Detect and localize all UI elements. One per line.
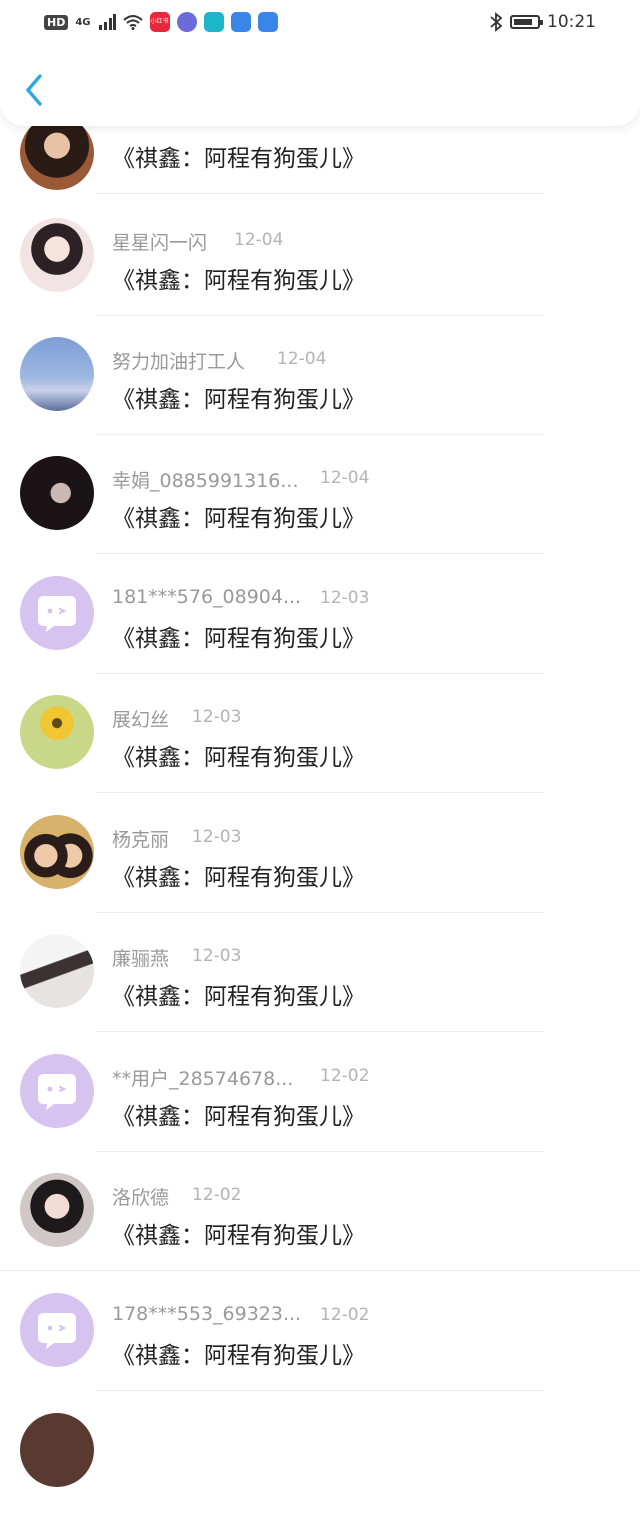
item-date: 12-04 — [277, 349, 327, 369]
reader-app-icon — [203, 12, 224, 32]
xiaohongshu-app-icon: 小红书 — [149, 12, 170, 32]
cloud2-app-icon — [257, 12, 278, 32]
item-date: 12-03 — [320, 588, 370, 608]
item-message: 《祺鑫：阿程有狗蛋儿》 — [112, 146, 365, 172]
divider — [96, 1031, 544, 1032]
item-message: 《祺鑫：阿程有狗蛋儿》 — [112, 745, 365, 771]
music-app-icon — [176, 12, 197, 32]
avatar[interactable] — [20, 576, 94, 650]
avatar[interactable] — [20, 456, 94, 530]
item-message: 《祺鑫：阿程有狗蛋儿》 — [112, 626, 365, 652]
status-left: HD 4G 小红书 — [44, 12, 278, 32]
default-avatar-icon — [38, 1074, 76, 1110]
divider — [96, 1151, 544, 1152]
user-name[interactable]: 杨克丽 — [112, 825, 169, 852]
battery-icon — [510, 15, 543, 29]
chevron-left-icon — [26, 74, 42, 106]
user-name[interactable]: 181***576_08904... — [112, 586, 301, 608]
user-name[interactable]: 178***553_69323... — [112, 1303, 301, 1325]
list-item[interactable]: 廉骊燕 12-03 《祺鑫：阿程有狗蛋儿》 — [0, 919, 640, 1037]
user-name[interactable]: 幸娟_0885991316... — [112, 466, 299, 493]
item-message: 《祺鑫：阿程有狗蛋儿》 — [112, 268, 365, 294]
avatar[interactable] — [20, 218, 94, 292]
item-message: 《祺鑫：阿程有狗蛋儿》 — [112, 1343, 365, 1369]
list-item[interactable]: 178***553_69323... 12-02 《祺鑫：阿程有狗蛋儿》 — [0, 1278, 640, 1396]
avatar[interactable] — [20, 337, 94, 411]
user-name[interactable]: 展幻丝 — [112, 705, 169, 732]
item-date: 12-02 — [320, 1066, 370, 1086]
wifi-icon — [122, 15, 143, 30]
item-message: 《祺鑫：阿程有狗蛋儿》 — [112, 865, 365, 891]
divider — [96, 315, 544, 316]
default-avatar-icon — [38, 596, 76, 632]
item-message: 《祺鑫：阿程有狗蛋儿》 — [112, 1104, 365, 1130]
item-message: 《祺鑫：阿程有狗蛋儿》 — [112, 1223, 365, 1249]
item-date: 12-02 — [320, 1305, 370, 1325]
user-name[interactable]: 廉骊燕 — [112, 944, 169, 971]
list-item[interactable]: 努力加油打工人 12-04 《祺鑫：阿程有狗蛋儿》 — [0, 322, 640, 440]
avatar[interactable] — [20, 1293, 94, 1367]
avatar[interactable] — [20, 116, 94, 190]
divider — [96, 193, 544, 194]
divider — [96, 1390, 544, 1391]
user-name[interactable]: 洛欣德 — [112, 1183, 169, 1210]
list-item[interactable]: **用户_28574678... 12-02 《祺鑫：阿程有狗蛋儿》 — [0, 1039, 640, 1157]
item-date: 12-03 — [192, 946, 242, 966]
hd-badge: HD — [44, 14, 69, 30]
avatar[interactable] — [20, 695, 94, 769]
list-item[interactable]: 幸娟_0885991316... 12-04 《祺鑫：阿程有狗蛋儿》 — [0, 441, 640, 559]
list-item[interactable]: 星星闪一闪 12-04 《祺鑫：阿程有狗蛋儿》 — [0, 203, 640, 321]
cloud-app-icon — [230, 12, 251, 32]
avatar[interactable] — [20, 1054, 94, 1128]
bluetooth-icon — [490, 12, 503, 32]
divider — [0, 1270, 640, 1271]
item-message: 《祺鑫：阿程有狗蛋儿》 — [112, 387, 365, 413]
item-date: 12-02 — [192, 1185, 242, 1205]
item-message: 《祺鑫：阿程有狗蛋儿》 — [112, 984, 365, 1010]
back-button[interactable] — [20, 70, 50, 110]
list-item[interactable]: 洛欣德 12-02 《祺鑫：阿程有狗蛋儿》 — [0, 1158, 640, 1276]
divider — [96, 553, 544, 554]
list-item[interactable] — [0, 1398, 640, 1516]
item-date: 12-03 — [192, 827, 242, 847]
list-item[interactable]: 181***576_08904... 12-03 《祺鑫：阿程有狗蛋儿》 — [0, 561, 640, 679]
item-date: 12-04 — [320, 468, 370, 488]
item-message: 《祺鑫：阿程有狗蛋儿》 — [112, 506, 365, 532]
status-right: 10:21 — [489, 12, 596, 32]
divider — [96, 792, 544, 793]
signal-icon — [98, 14, 116, 30]
avatar[interactable] — [20, 815, 94, 889]
clock: 10:21 — [547, 12, 596, 32]
user-name[interactable]: **用户_28574678... — [112, 1064, 293, 1091]
network-label: 4G — [75, 16, 91, 28]
list-item[interactable]: 展幻丝 12-03 《祺鑫：阿程有狗蛋儿》 — [0, 680, 640, 798]
list-item[interactable]: 杨克丽 12-03 《祺鑫：阿程有狗蛋儿》 — [0, 800, 640, 918]
default-avatar-icon — [38, 1313, 76, 1349]
status-bar: HD 4G 小红书 10:21 — [0, 0, 640, 44]
avatar[interactable] — [20, 934, 94, 1008]
divider — [96, 673, 544, 674]
avatar[interactable] — [20, 1413, 94, 1487]
avatar[interactable] — [20, 1173, 94, 1247]
item-date: 12-03 — [192, 707, 242, 727]
divider — [96, 434, 544, 435]
divider — [96, 912, 544, 913]
user-name[interactable]: 努力加油打工人 — [112, 347, 245, 374]
user-name[interactable]: 星星闪一闪 — [112, 228, 207, 255]
item-date: 12-04 — [234, 230, 284, 250]
